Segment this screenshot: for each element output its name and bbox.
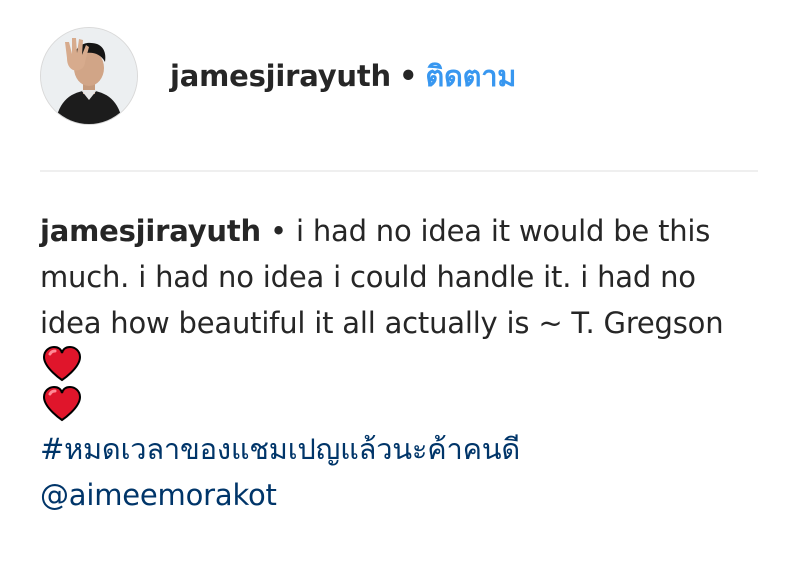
header-title: jamesjirayuth • ติดตาม [170,53,516,99]
header-username-link[interactable]: jamesjirayuth [170,59,391,93]
follow-button[interactable]: ติดตาม [425,59,516,93]
caption-text-block: jamesjirayuth • i had no idea it would b… [40,208,760,346]
divider [40,170,758,172]
caption-separator: • [270,214,287,248]
hashtag-link[interactable]: #หมดเวลาของแชมเปญแล้วนะค้าคนดี [40,426,760,472]
profile-photo-icon [41,28,137,124]
header-separator: • [398,59,418,93]
post-header: jamesjirayuth • ติดตาม [40,26,760,126]
post-caption: jamesjirayuth • i had no idea it would b… [40,208,760,518]
avatar[interactable] [40,27,138,125]
heart-emoji-icon [42,346,760,386]
mention-link[interactable]: @aimeemorakot [40,472,760,518]
heart-emoji-icon [42,386,760,426]
caption-username-link[interactable]: jamesjirayuth [40,214,261,248]
